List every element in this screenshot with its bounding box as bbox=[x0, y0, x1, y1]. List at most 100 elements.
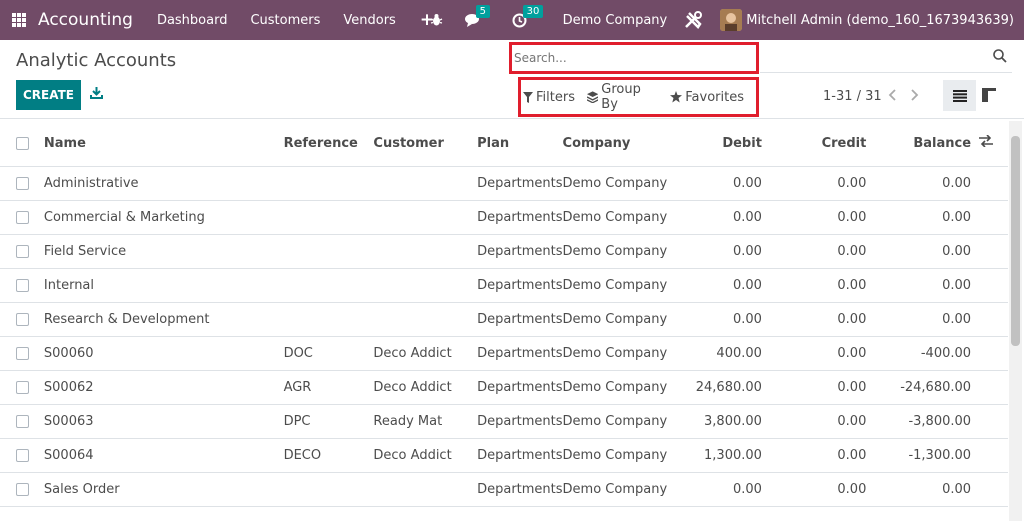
row-checkbox[interactable] bbox=[16, 346, 29, 360]
cell-plan[interactable]: Departments bbox=[477, 370, 563, 405]
cell-debit[interactable]: 0.00 bbox=[680, 200, 762, 235]
row-checkbox[interactable] bbox=[16, 482, 29, 496]
cell-company[interactable]: Demo Company bbox=[562, 166, 681, 201]
table-row[interactable]: Commercial & Marketing Departments Demo Co… bbox=[0, 200, 1008, 235]
download-icon[interactable] bbox=[90, 86, 103, 103]
cell-reference[interactable]: DECO bbox=[283, 438, 374, 473]
row-checkbox[interactable] bbox=[16, 414, 29, 428]
column-plan[interactable]: Plan bbox=[477, 121, 563, 167]
favorites-button[interactable]: Favorites bbox=[670, 90, 744, 105]
cell-debit[interactable]: 24,680.00 bbox=[680, 370, 762, 405]
cell-reference[interactable] bbox=[283, 234, 374, 269]
group-by-button[interactable]: Group By bbox=[586, 82, 658, 112]
cell-reference[interactable] bbox=[283, 268, 374, 303]
cell-company[interactable]: Demo Company bbox=[562, 234, 681, 269]
cell-credit[interactable]: 0.00 bbox=[761, 404, 867, 439]
cell-reference[interactable] bbox=[283, 200, 374, 235]
search-input[interactable] bbox=[512, 45, 756, 71]
cell-debit[interactable]: 400.00 bbox=[680, 336, 762, 371]
table-row[interactable]: S00062 AGR Deco Addict Departments Demo Comp… bbox=[0, 370, 1008, 405]
cell-credit[interactable]: 0.00 bbox=[761, 438, 867, 473]
cell-company[interactable]: Demo Company bbox=[562, 370, 681, 405]
cell-company[interactable]: Demo Company bbox=[562, 302, 681, 337]
cell-reference[interactable] bbox=[283, 472, 374, 507]
cell-credit[interactable]: 0.00 bbox=[761, 234, 867, 269]
cell-name[interactable]: Research & Development bbox=[37, 302, 284, 337]
cell-name[interactable]: S00063 bbox=[37, 404, 284, 439]
cell-debit[interactable]: 0.00 bbox=[680, 166, 762, 201]
cell-company[interactable]: Demo Company bbox=[562, 200, 681, 235]
settings-tools-icon[interactable] bbox=[683, 10, 703, 30]
cell-customer[interactable] bbox=[373, 268, 478, 303]
cell-company[interactable]: Demo Company bbox=[562, 404, 681, 439]
cell-balance[interactable]: 0.00 bbox=[866, 472, 972, 507]
cell-customer[interactable]: Deco Addict bbox=[373, 370, 478, 405]
optional-columns-icon[interactable] bbox=[979, 134, 994, 151]
row-checkbox[interactable] bbox=[16, 380, 29, 394]
column-reference[interactable]: Reference bbox=[283, 121, 374, 167]
cell-balance[interactable]: -24,680.00 bbox=[866, 370, 972, 405]
cell-credit[interactable]: 0.00 bbox=[761, 200, 867, 235]
cell-customer[interactable]: Ready Mat bbox=[373, 404, 478, 439]
cell-company[interactable]: Demo Company bbox=[562, 336, 681, 371]
row-checkbox[interactable] bbox=[16, 176, 29, 190]
cell-balance[interactable]: -400.00 bbox=[866, 336, 972, 371]
apps-menu-icon[interactable] bbox=[12, 13, 26, 27]
menu-customers[interactable]: Customers bbox=[250, 13, 320, 28]
cell-customer[interactable] bbox=[373, 302, 478, 337]
cell-customer[interactable] bbox=[373, 166, 478, 201]
cell-debit[interactable]: 1,300.00 bbox=[680, 438, 762, 473]
company-switcher[interactable]: Demo Company bbox=[563, 13, 668, 28]
cell-credit[interactable]: 0.00 bbox=[761, 302, 867, 337]
table-row[interactable]: Administrative Departments Demo Company 0.0… bbox=[0, 166, 1008, 201]
chevron-left-icon[interactable] bbox=[888, 88, 897, 106]
row-checkbox[interactable] bbox=[16, 448, 29, 462]
column-balance[interactable]: Balance bbox=[866, 121, 972, 167]
search-icon[interactable] bbox=[993, 49, 1007, 67]
cell-balance[interactable]: 0.00 bbox=[866, 234, 972, 269]
cell-credit[interactable]: 0.00 bbox=[761, 166, 867, 201]
cell-name[interactable]: Administrative bbox=[37, 166, 284, 201]
table-row[interactable]: Field Service Departments Demo Company 0.00… bbox=[0, 234, 1008, 269]
cell-name[interactable]: Internal bbox=[37, 268, 284, 303]
cell-customer[interactable]: Deco Addict bbox=[373, 336, 478, 371]
cell-debit[interactable]: 0.00 bbox=[680, 234, 762, 269]
cell-company[interactable]: Demo Company bbox=[562, 472, 681, 507]
cell-plan[interactable]: Departments bbox=[477, 302, 563, 337]
cell-reference[interactable] bbox=[283, 302, 374, 337]
cell-name[interactable]: S00064 bbox=[37, 438, 284, 473]
cell-debit[interactable]: 0.00 bbox=[680, 302, 762, 337]
list-view-button[interactable] bbox=[943, 80, 976, 111]
cell-name[interactable]: S00062 bbox=[37, 370, 284, 405]
cell-balance[interactable]: -3,800.00 bbox=[866, 404, 972, 439]
cell-plan[interactable]: Departments bbox=[477, 472, 563, 507]
table-row[interactable]: Internal Departments Demo Company 0.00 0.00 0… bbox=[0, 268, 1008, 303]
cell-balance[interactable]: 0.00 bbox=[866, 302, 972, 337]
cell-customer[interactable]: Deco Addict bbox=[373, 438, 478, 473]
cell-customer[interactable] bbox=[373, 472, 478, 507]
cell-plan[interactable]: Departments bbox=[477, 166, 563, 201]
cell-plan[interactable]: Departments bbox=[477, 200, 563, 235]
cell-name[interactable]: Commercial & Marketing bbox=[37, 200, 284, 235]
row-checkbox[interactable] bbox=[16, 244, 29, 258]
bug-icon[interactable] bbox=[430, 13, 443, 27]
cell-customer[interactable] bbox=[373, 234, 478, 269]
table-row[interactable]: S00064 DECO Deco Addict Departments Demo Com… bbox=[0, 438, 1008, 473]
column-customer[interactable]: Customer bbox=[373, 121, 478, 167]
cell-reference[interactable]: DOC bbox=[283, 336, 374, 371]
cell-credit[interactable]: 0.00 bbox=[761, 472, 867, 507]
scrollbar-thumb[interactable] bbox=[1011, 136, 1020, 346]
messages-icon[interactable]: 5 bbox=[464, 5, 490, 27]
cell-plan[interactable]: Departments bbox=[477, 336, 563, 371]
cell-credit[interactable]: 0.00 bbox=[761, 370, 867, 405]
cell-debit[interactable]: 3,800.00 bbox=[680, 404, 762, 439]
cell-name[interactable]: S00060 bbox=[37, 336, 284, 371]
cell-company[interactable]: Demo Company bbox=[562, 268, 681, 303]
row-checkbox[interactable] bbox=[16, 278, 29, 292]
cell-plan[interactable]: Departments bbox=[477, 404, 563, 439]
cell-debit[interactable]: 0.00 bbox=[680, 472, 762, 507]
select-all-checkbox[interactable] bbox=[16, 136, 29, 150]
cell-balance[interactable]: 0.00 bbox=[866, 200, 972, 235]
chevron-right-icon[interactable] bbox=[910, 88, 919, 106]
cell-name[interactable]: Sales Order bbox=[37, 472, 284, 507]
